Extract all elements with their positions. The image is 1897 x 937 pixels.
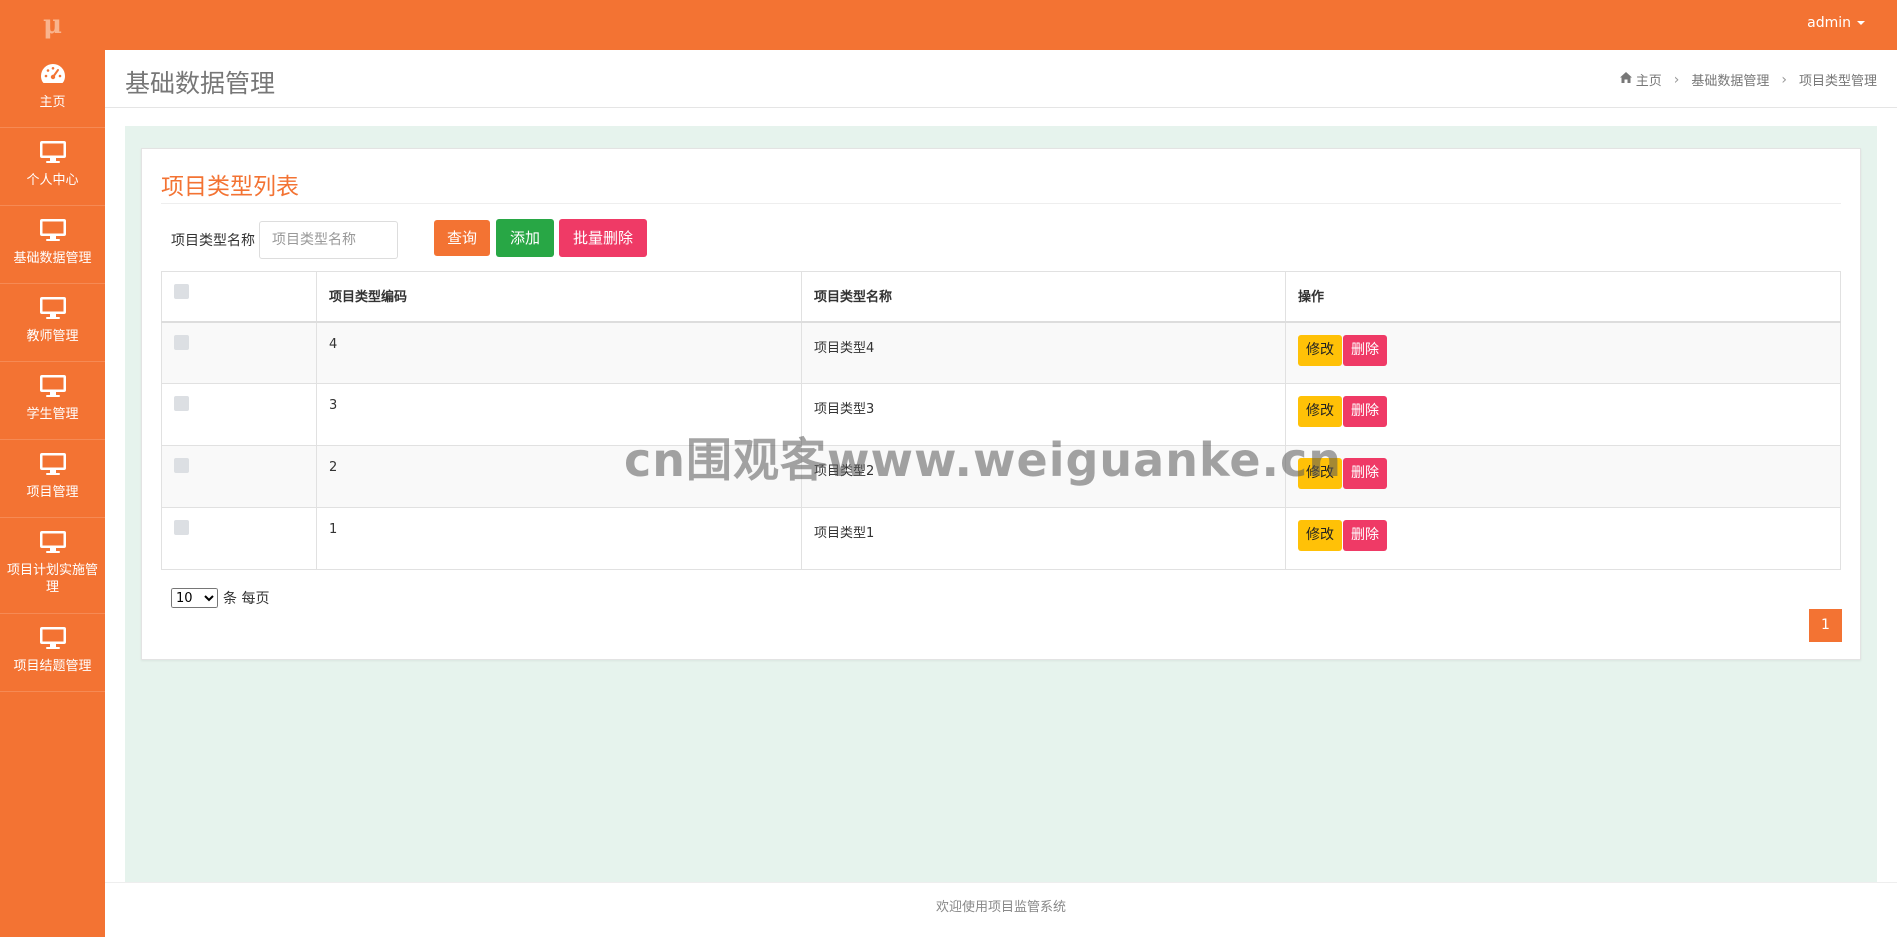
footer: 欢迎使用项目监管系统 xyxy=(105,882,1897,932)
content-header: 基础数据管理 主页 › 基础数据管理 › 项目类型管理 xyxy=(105,50,1897,108)
row-select-cell xyxy=(161,383,317,446)
delete-button[interactable]: 删除 xyxy=(1343,396,1387,427)
page-size-select[interactable]: 10 xyxy=(171,588,218,608)
edit-button[interactable]: 修改 xyxy=(1298,334,1342,366)
sidebar-item-students[interactable]: 学生管理 xyxy=(0,362,105,440)
dashboard-icon xyxy=(0,62,105,88)
user-name: admin xyxy=(1807,15,1851,31)
monitor-icon xyxy=(0,626,105,652)
breadcrumb-current: 项目类型管理 xyxy=(1798,74,1877,89)
sidebar-item-label: 学生管理 xyxy=(26,407,79,422)
table-header-row: 项目类型编码 项目类型名称 操作 xyxy=(161,271,1841,323)
batch-delete-button[interactable]: 批量删除 xyxy=(559,219,647,257)
sidebar-item-label: 主页 xyxy=(39,95,66,110)
pagination-page-button[interactable]: 1 xyxy=(1809,609,1842,642)
query-button[interactable]: 查询 xyxy=(434,220,490,256)
cell-code: 4 xyxy=(316,321,802,384)
caret-down-icon xyxy=(1857,21,1865,25)
sidebar-item-home[interactable]: 主页 xyxy=(0,50,105,128)
cell-code: 2 xyxy=(316,445,802,508)
cell-code: 3 xyxy=(316,383,802,446)
row-select-cell xyxy=(161,445,317,508)
cell-actions: 修改 删除 xyxy=(1285,507,1841,570)
page-size-control: 10 条 每页 xyxy=(171,588,269,608)
sidebar-item-teachers[interactable]: 教师管理 xyxy=(0,284,105,362)
breadcrumb-basic-data-link[interactable]: 基础数据管理 xyxy=(1691,70,1769,89)
monitor-icon xyxy=(0,140,105,166)
row-checkbox[interactable] xyxy=(174,334,189,350)
select-all-header xyxy=(161,271,317,323)
sidebar-item-label: 教师管理 xyxy=(26,329,79,344)
cell-name: 项目类型2 xyxy=(801,445,1286,508)
data-table: 项目类型编码 项目类型名称 操作 4 项目类型4 修改 删除 3 项目类型3 修改… xyxy=(161,271,1841,570)
table-row: 2 项目类型2 修改 删除 xyxy=(161,445,1841,508)
sidebar-item-project-closure[interactable]: 项目结题管理 xyxy=(0,614,105,692)
page-size-suffix: 条 每页 xyxy=(223,591,270,607)
panel-title: 项目类型列表 xyxy=(161,174,299,200)
app-logo[interactable]: μ xyxy=(0,0,105,50)
sidebar-item-basic-data[interactable]: 基础数据管理 xyxy=(0,206,105,284)
cell-name: 项目类型1 xyxy=(801,507,1286,570)
cell-name: 项目类型4 xyxy=(801,321,1286,384)
divider xyxy=(161,203,1841,204)
table-row: 4 项目类型4 修改 删除 xyxy=(161,321,1841,384)
breadcrumb-home-link[interactable]: 主页 xyxy=(1636,70,1662,89)
row-select-cell xyxy=(161,507,317,570)
monitor-icon xyxy=(0,218,105,244)
sidebar-item-label: 项目结题管理 xyxy=(13,659,92,674)
delete-button[interactable]: 删除 xyxy=(1343,520,1387,551)
cell-actions: 修改 删除 xyxy=(1285,383,1841,446)
monitor-icon xyxy=(0,530,105,556)
sidebar-item-label: 项目管理 xyxy=(26,485,79,500)
sidebar-item-label: 项目计划实施管理 xyxy=(6,563,98,595)
sidebar-item-label: 个人中心 xyxy=(26,173,79,188)
row-checkbox[interactable] xyxy=(174,458,189,473)
cell-name: 项目类型3 xyxy=(801,383,1286,446)
monitor-icon xyxy=(0,452,105,478)
edit-button[interactable]: 修改 xyxy=(1298,520,1342,551)
sidebar: 主页 个人中心 基础数据管理 教师管理 学生管理 项目管理 项目计划实施管理 项… xyxy=(0,50,105,937)
chevron-right-icon: › xyxy=(1781,71,1787,88)
cell-actions: 修改 删除 xyxy=(1285,445,1841,508)
top-bar: μ admin xyxy=(0,0,1897,50)
cell-code: 1 xyxy=(316,507,802,570)
delete-button[interactable]: 删除 xyxy=(1343,334,1387,366)
delete-button[interactable]: 删除 xyxy=(1343,458,1387,489)
search-label: 项目类型名称 xyxy=(171,233,255,249)
home-icon xyxy=(1619,72,1632,87)
row-checkbox[interactable] xyxy=(174,396,189,411)
search-input[interactable] xyxy=(259,221,398,259)
edit-button[interactable]: 修改 xyxy=(1298,396,1342,427)
row-select-cell xyxy=(161,321,317,384)
sidebar-item-project-plans[interactable]: 项目计划实施管理 xyxy=(0,518,105,614)
cell-actions: 修改 删除 xyxy=(1285,321,1841,384)
sidebar-item-projects[interactable]: 项目管理 xyxy=(0,440,105,518)
row-checkbox[interactable] xyxy=(174,520,189,535)
page-title: 基础数据管理 xyxy=(125,69,276,98)
list-panel: 项目类型列表 项目类型名称 查询 添加 批量删除 项目类型编码 项目类型名称 操… xyxy=(141,148,1861,660)
chevron-right-icon: › xyxy=(1673,71,1680,88)
breadcrumb: 主页 › 基础数据管理 › 项目类型管理 xyxy=(1619,70,1877,89)
table-row: 1 项目类型1 修改 删除 xyxy=(161,507,1841,570)
add-button[interactable]: 添加 xyxy=(496,219,554,257)
edit-button[interactable]: 修改 xyxy=(1298,458,1342,489)
column-header-code: 项目类型编码 xyxy=(316,271,802,323)
column-header-actions: 操作 xyxy=(1285,271,1841,323)
monitor-icon xyxy=(0,374,105,400)
select-all-checkbox[interactable] xyxy=(174,284,189,299)
sidebar-item-label: 基础数据管理 xyxy=(13,251,92,266)
main-content: 项目类型列表 项目类型名称 查询 添加 批量删除 项目类型编码 项目类型名称 操… xyxy=(125,126,1877,882)
monitor-icon xyxy=(0,296,105,322)
user-menu-dropdown[interactable]: admin xyxy=(1807,0,1865,46)
column-header-name: 项目类型名称 xyxy=(801,271,1286,323)
sidebar-item-profile[interactable]: 个人中心 xyxy=(0,128,105,206)
table-row: 3 项目类型3 修改 删除 xyxy=(161,383,1841,446)
